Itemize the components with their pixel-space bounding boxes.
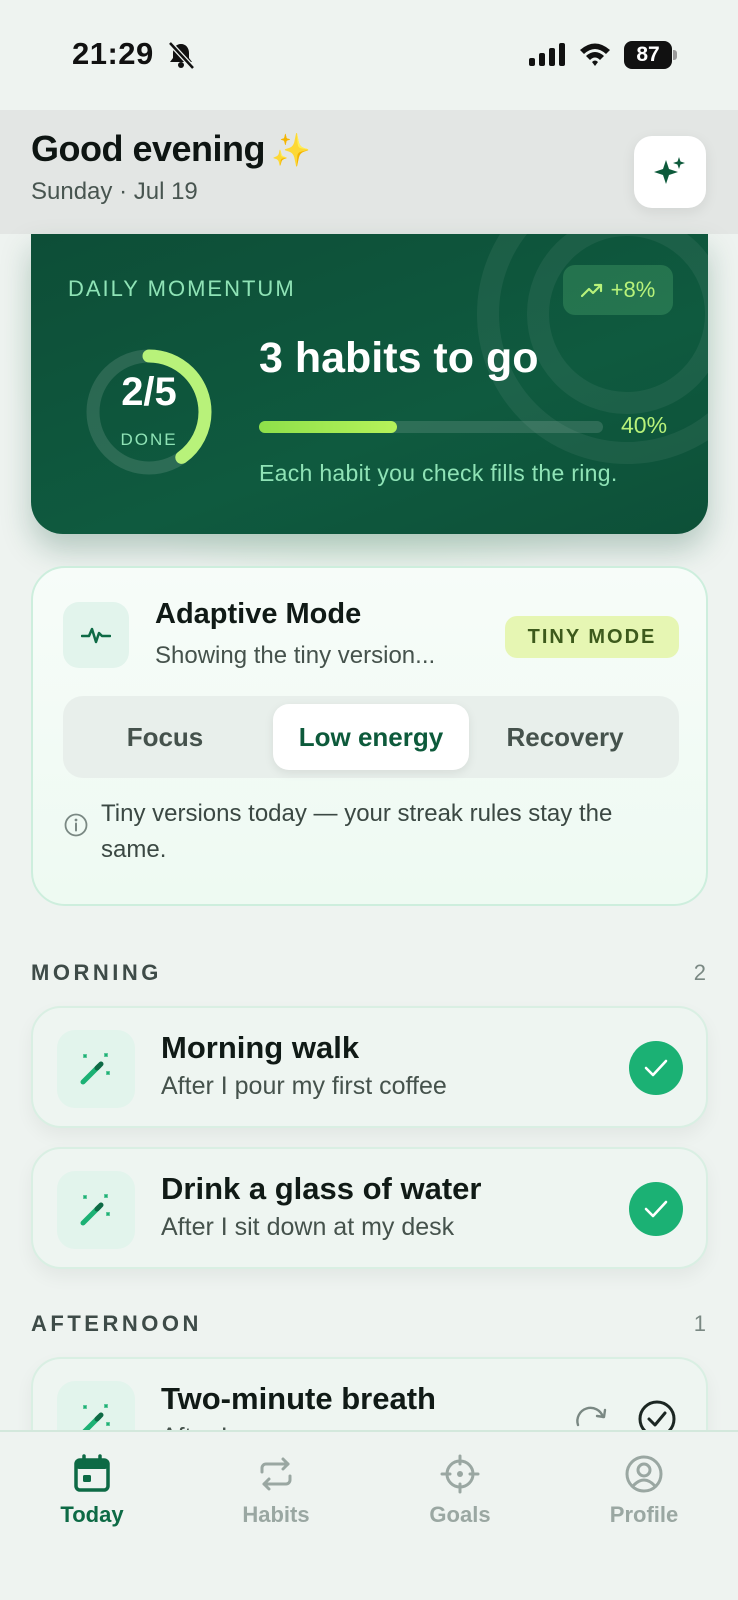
tab-habits[interactable]: Habits [184,1454,368,1564]
skip-icon[interactable] [573,1403,609,1433]
section-title-morning: MORNING [31,960,162,985]
tab-label: Habits [242,1502,310,1527]
adaptive-mode-card: Adaptive Mode Showing the tiny version..… [31,566,708,906]
checkmark-icon [644,1059,668,1077]
adaptive-mode-title: Adaptive Mode [155,598,362,630]
page-title: Good evening ✨ [31,128,311,170]
user-circle-icon [625,1455,663,1493]
ai-sparkle-button[interactable] [634,136,706,208]
progress-bar-fill [259,421,397,433]
section-count-morning: 2 [693,960,706,985]
segment-recovery[interactable]: Recovery [467,696,663,778]
trend-badge: +8% [563,265,673,315]
bottom-tab-bar: Today Habits Goals Profile [0,1430,738,1600]
trending-up-icon [580,283,602,298]
bell-muted-icon [168,41,195,70]
energy-segmented-control: Focus Low energy Recovery [63,696,679,778]
habit-name: Morning walk [161,1030,360,1065]
status-time: 21:29 [72,36,154,71]
habit-icon-tile [57,1030,135,1108]
done-count: 2/5 [121,370,177,414]
habit-cue: After I pour my first coffee [161,1072,447,1100]
tab-today[interactable]: Today [0,1454,184,1564]
magic-wand-icon [80,1194,110,1226]
progress-bar [259,421,603,433]
habit-name: Two-minute breath [161,1381,436,1416]
section-count-afternoon: 1 [693,1311,706,1336]
info-icon [64,813,88,837]
adaptive-mode-subtitle: Showing the tiny version... [155,642,436,669]
battery-level: 87 [624,41,672,69]
habit-icon-tile [57,1171,135,1249]
tab-goals[interactable]: Goals [368,1454,552,1564]
adaptive-info-text: Tiny versions today — your streak rules … [101,800,613,863]
repeat-icon [260,1457,292,1491]
battery-cap [673,50,677,60]
habit-name: Drink a glass of water [161,1171,482,1206]
done-label: DONE [120,430,178,449]
status-bar: 21:29 87 [0,0,738,110]
section-title-afternoon: AFTERNOON [31,1311,202,1336]
progress-percent: 40% [621,412,668,438]
magic-wand-icon [80,1053,110,1085]
tab-profile[interactable]: Profile [552,1454,736,1564]
pulse-tile [63,602,129,668]
momentum-hint: Each habit you check fills the ring. [259,460,618,486]
trend-value: +8% [610,277,656,302]
calendar-icon [74,1454,110,1492]
tab-label: Today [60,1502,124,1527]
battery-indicator: 87 [624,41,678,69]
momentum-label: DAILY MOMENTUM [68,276,296,301]
tab-label: Profile [609,1502,679,1527]
segment-low-energy[interactable]: Low energy [273,704,469,770]
sparkles-emoji: ✨ [271,132,311,168]
daily-momentum-card: DAILY MOMENTUM +8% 2/5 DONE 3 habits to … [31,234,708,534]
cellular-signal-icon [529,43,565,66]
date-label: Sunday · Jul 19 [31,178,198,205]
habit-check-button[interactable] [629,1182,683,1236]
wifi-icon [580,43,610,66]
pulse-icon [81,627,111,644]
segment-focus[interactable]: Focus [67,696,263,778]
habit-card[interactable]: Morning walk After I pour my first coffe… [31,1006,708,1128]
tiny-mode-badge: TINY MODE [505,616,679,658]
sparkles-icon [654,157,685,184]
crosshair-icon [440,1454,480,1494]
tab-label: Goals [429,1502,491,1527]
greeting-text: Good evening [31,128,266,169]
habit-check-button[interactable] [629,1041,683,1095]
habit-cue: After I sit down at my desk [161,1213,455,1241]
habit-card[interactable]: Drink a glass of water After I sit down … [31,1147,708,1269]
habits-remaining-headline: 3 habits to go [259,334,539,382]
checkmark-icon [644,1200,668,1218]
